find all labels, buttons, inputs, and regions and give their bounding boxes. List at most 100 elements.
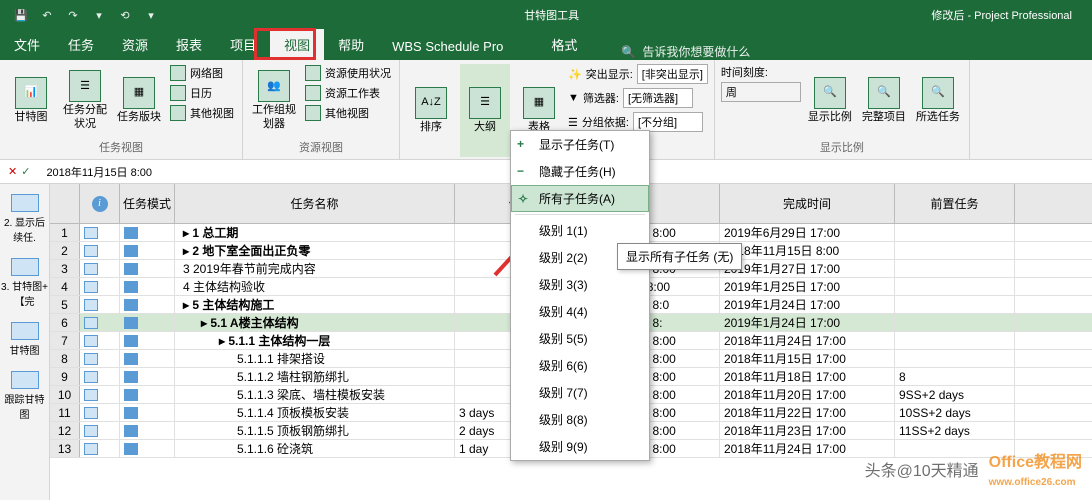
finish-cell[interactable]: 2018年11月15日 8:00 [720, 242, 895, 259]
info-cell[interactable] [80, 332, 120, 349]
entire-project-button[interactable]: 🔍完整项目 [859, 64, 909, 137]
info-cell[interactable] [80, 386, 120, 403]
pred-cell[interactable]: 11SS+2 days [895, 422, 1015, 439]
all-subtasks-item[interactable]: ✧所有子任务(A) [511, 185, 649, 212]
header-name[interactable]: 任务名称 [175, 184, 455, 223]
finish-cell[interactable]: 2019年6月29日 17:00 [720, 224, 895, 241]
undo-icon[interactable]: ↶ [36, 4, 58, 26]
tab-report[interactable]: 报表 [162, 29, 216, 60]
show-subtasks-item[interactable]: +显示子任务(T) [511, 131, 649, 158]
finish-cell[interactable]: 2019年1月24日 17:00 [720, 314, 895, 331]
info-cell[interactable] [80, 314, 120, 331]
level-7-item[interactable]: 级别 7(7) [511, 379, 649, 406]
pred-cell[interactable] [895, 332, 1015, 349]
qat-icon[interactable]: ▾ [140, 4, 162, 26]
hide-subtasks-item[interactable]: −隐藏子任务(H) [511, 158, 649, 185]
name-cell[interactable]: ▸ 5.1.1 主体结构一层 [175, 332, 455, 349]
row-number[interactable]: 3 [50, 260, 80, 277]
pred-cell[interactable] [895, 260, 1015, 277]
name-cell[interactable]: 5.1.1.6 砼浇筑 [175, 440, 455, 457]
finish-cell[interactable]: 2019年1月27日 17:00 [720, 260, 895, 277]
pred-cell[interactable]: 8 [895, 368, 1015, 385]
name-cell[interactable]: 5.1.1.3 梁底、墙柱模板安装 [175, 386, 455, 403]
pred-cell[interactable]: 9SS+2 days [895, 386, 1015, 403]
team-planner-button[interactable]: 👥工作组规划器 [249, 64, 299, 137]
header-finish[interactable]: 完成时间 [720, 184, 895, 223]
network-diagram-button[interactable]: 网络图 [168, 64, 236, 82]
info-cell[interactable] [80, 224, 120, 241]
task-usage-button[interactable]: ☰任务分配状况 [60, 64, 110, 137]
redo-icon[interactable]: ↷ [62, 4, 84, 26]
finish-cell[interactable]: 2018年11月20日 17:00 [720, 386, 895, 403]
tab-file[interactable]: 文件 [0, 29, 54, 60]
name-cell[interactable]: ▸ 1 总工期 [175, 224, 455, 241]
row-number[interactable]: 10 [50, 386, 80, 403]
name-cell[interactable]: 5.1.1.5 顶板钢筋绑扎 [175, 422, 455, 439]
name-cell[interactable]: ▸ 2 地下室全面出正负零 [175, 242, 455, 259]
info-cell[interactable] [80, 242, 120, 259]
mode-cell[interactable] [120, 278, 175, 295]
timescale-select[interactable]: 周 [721, 82, 801, 102]
tab-task[interactable]: 任务 [54, 29, 108, 60]
info-cell[interactable] [80, 296, 120, 313]
row-number[interactable]: 9 [50, 368, 80, 385]
finish-cell[interactable]: 2019年1月24日 17:00 [720, 296, 895, 313]
calendar-button[interactable]: 日历 [168, 84, 236, 102]
finish-cell[interactable]: 2018年11月18日 17:00 [720, 368, 895, 385]
level-6-item[interactable]: 级别 6(6) [511, 352, 649, 379]
row-number[interactable]: 12 [50, 422, 80, 439]
sort-button[interactable]: A↓Z排序 [406, 64, 456, 157]
cancel-icon[interactable]: ✕ [8, 165, 17, 178]
name-cell[interactable]: 5.1.1.4 顶板模板安装 [175, 404, 455, 421]
view-item[interactable]: 甘特图 [10, 322, 40, 357]
mode-cell[interactable] [120, 242, 175, 259]
tab-resource[interactable]: 资源 [108, 29, 162, 60]
filter-select[interactable]: [无筛选器] [623, 88, 693, 108]
tell-me[interactable]: 🔍 告诉我你想要做什么 [621, 43, 750, 60]
pred-cell[interactable] [895, 350, 1015, 367]
finish-cell[interactable]: 2018年11月22日 17:00 [720, 404, 895, 421]
row-number[interactable]: 5 [50, 296, 80, 313]
header-info[interactable]: i [80, 184, 120, 223]
other-views-button[interactable]: 其他视图 [168, 104, 236, 122]
accept-icon[interactable]: ✓ [21, 165, 30, 178]
highlight-select[interactable]: [非突出显示] [637, 64, 708, 84]
tab-help[interactable]: 帮助 [324, 29, 378, 60]
mode-cell[interactable] [120, 296, 175, 313]
task-board-button[interactable]: ▦任务版块 [114, 64, 164, 137]
tab-wbs[interactable]: WBS Schedule Pro [378, 33, 517, 60]
header-rownum[interactable] [50, 184, 80, 223]
group-select[interactable]: [不分组] [633, 112, 703, 132]
finish-cell[interactable]: 2018年11月24日 17:00 [720, 332, 895, 349]
mode-cell[interactable] [120, 422, 175, 439]
name-cell[interactable]: 5.1.1.2 墙柱钢筋绑扎 [175, 368, 455, 385]
mode-cell[interactable] [120, 314, 175, 331]
mode-cell[interactable] [120, 224, 175, 241]
other-views-2-button[interactable]: 其他视图 [303, 104, 393, 122]
row-number[interactable]: 11 [50, 404, 80, 421]
mode-cell[interactable] [120, 368, 175, 385]
finish-cell[interactable]: 2018年11月15日 17:00 [720, 350, 895, 367]
name-cell[interactable]: ▸ 5 主体结构施工 [175, 296, 455, 313]
qat-icon[interactable]: ▾ [88, 4, 110, 26]
header-pred[interactable]: 前置任务 [895, 184, 1015, 223]
mode-cell[interactable] [120, 404, 175, 421]
mode-cell[interactable] [120, 350, 175, 367]
gantt-chart-button[interactable]: 📊甘特图 [6, 64, 56, 137]
row-number[interactable]: 8 [50, 350, 80, 367]
row-number[interactable]: 1 [50, 224, 80, 241]
pred-cell[interactable] [895, 242, 1015, 259]
save-icon[interactable]: 💾 [10, 4, 32, 26]
row-number[interactable]: 13 [50, 440, 80, 457]
zoom-button[interactable]: 🔍显示比例 [805, 64, 855, 137]
info-cell[interactable] [80, 260, 120, 277]
header-mode[interactable]: 任务模式 [120, 184, 175, 223]
tab-format[interactable]: 格式 [537, 29, 591, 60]
qat-icon[interactable]: ⟲ [114, 4, 136, 26]
selected-tasks-button[interactable]: 🔍所选任务 [913, 64, 963, 137]
level-9-item[interactable]: 级别 9(9) [511, 433, 649, 460]
view-item[interactable]: 2. 显示后续任. [0, 194, 49, 244]
pred-cell[interactable]: 10SS+2 days [895, 404, 1015, 421]
view-item[interactable]: 3. 甘特图+【完 [0, 258, 49, 308]
level-4-item[interactable]: 级别 4(4) [511, 298, 649, 325]
